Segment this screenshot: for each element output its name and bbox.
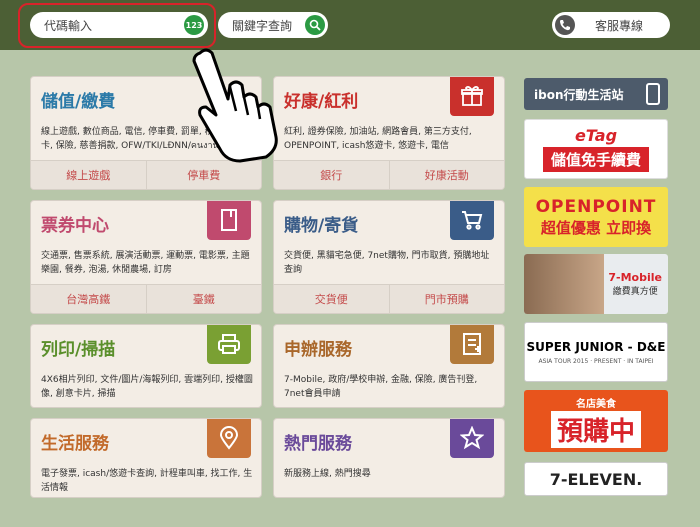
gift-icon (450, 77, 494, 116)
card-title: 儲值/繳費 (41, 92, 116, 112)
card-life[interactable]: 生活服務 電子發票, icash/悠遊卡查詢, 計程車叫車, 找工作, 生活情報 (30, 418, 262, 498)
card-desc: 交通票, 售票系統, 展演活動票, 運動票, 電影票, 主題樂園, 餐券, 泡湯… (41, 251, 250, 275)
card-desc: 7-Mobile, 政府/學校申辦, 金融, 保險, 廣告刊登, 7net會員申… (284, 375, 478, 399)
search-icon[interactable] (305, 15, 325, 35)
link-bank[interactable]: 銀行 (274, 161, 389, 189)
card-print[interactable]: 列印/掃描 4X6相片列印, 文件/圖片/海報列印, 雲端列印, 授權圖像, 創… (30, 324, 262, 408)
card-title: 列印/掃描 (41, 340, 116, 360)
ibon-label: ibon行動生活站 (534, 87, 624, 102)
7mobile-banner[interactable]: 7-Mobile 繳費真方便 (524, 254, 668, 314)
ibon-app-banner[interactable]: ibon行動生活站 (524, 78, 668, 110)
super-junior-banner[interactable]: SUPER JUNIOR - D&E ASIA TOUR 2015 · PRES… (524, 322, 668, 382)
pointer-hand-icon (192, 48, 278, 163)
keyword-search-input[interactable]: 關鍵字查詢 (218, 12, 328, 38)
card-title: 生活服務 (41, 434, 109, 454)
7mobile-logo: 7-Mobile (608, 271, 662, 284)
card-title: 好康/紅利 (284, 92, 359, 112)
etag-slogan: 儲值免手續費 (542, 147, 649, 172)
7mobile-slogan: 繳費真方便 (612, 287, 658, 297)
openpoint-banner[interactable]: OPENPOINT 超值優惠 立即換 (524, 187, 668, 247)
phone-icon (555, 15, 575, 35)
form-icon (450, 325, 494, 364)
ticket-icon (207, 201, 251, 240)
card-title: 熱門服務 (284, 434, 352, 454)
code-input[interactable]: 代碼輸入 123 (30, 12, 208, 38)
sj-subtitle: ASIA TOUR 2015 · PRESENT · IN TAIPEI (538, 357, 654, 365)
seven-eleven-logo: 7-ELEVEN. (549, 469, 643, 489)
seven-eleven-banner[interactable]: 7-ELEVEN. (524, 462, 668, 496)
card-shopping[interactable]: 購物/寄貨 交貨便, 黑貓宅急便, 7net購物, 門市取貨, 預購地址查詢 交… (273, 200, 505, 314)
promo-photo (524, 254, 604, 314)
preorder-label: 預購中 (550, 410, 641, 448)
link-hsr[interactable]: 台灣高鐵 (31, 285, 146, 313)
card-desc: 4X6相片列印, 文件/圖片/海報列印, 雲端列印, 授權圖像, 創意卡片, 掃… (41, 375, 253, 399)
location-pin-icon (207, 419, 251, 458)
card-bonus[interactable]: 好康/紅利 紅利, 證券保險, 加油站, 網路會員, 第三方支付, OPENPO… (273, 76, 505, 190)
service-label: 客服專線 (594, 18, 643, 33)
link-tra[interactable]: 臺鐵 (145, 285, 262, 313)
preorder-tag: 名店美食 (576, 398, 616, 410)
openpoint-logo: OPENPOINT (535, 196, 657, 217)
etag-logo: eTag (574, 126, 618, 145)
code-badge: 123 (184, 15, 204, 35)
card-title: 購物/寄貨 (284, 216, 359, 236)
openpoint-slogan: 超值優惠 立即換 (540, 218, 652, 237)
card-popular[interactable]: 熱門服務 新服務上線, 熱門搜尋 (273, 418, 505, 498)
mobile-phone-icon (646, 83, 660, 105)
card-tickets[interactable]: 票券中心 交通票, 售票系統, 展演活動票, 運動票, 電影票, 主題樂園, 餐… (30, 200, 262, 314)
link-online-games[interactable]: 線上遊戲 (31, 161, 146, 189)
etag-banner[interactable]: eTag 儲值免手續費 (524, 119, 668, 179)
card-desc: 新服務上線, 熱門搜尋 (284, 469, 371, 479)
code-input-placeholder: 代碼輸入 (44, 18, 93, 33)
link-store-preorder[interactable]: 門市預購 (388, 285, 505, 313)
card-title: 票券中心 (41, 216, 109, 236)
card-title: 申辦服務 (284, 340, 352, 360)
card-desc: 紅利, 證券保險, 加油站, 網路會員, 第三方支付, OPENPOINT, i… (284, 127, 472, 151)
top-bar: 代碼輸入 123 關鍵字查詢 客服專線 (0, 0, 700, 50)
link-delivery[interactable]: 交貨便 (274, 285, 389, 313)
link-parking[interactable]: 停車費 (145, 161, 262, 189)
card-desc: 交貨便, 黑貓宅急便, 7net購物, 門市取貨, 預購地址查詢 (284, 251, 490, 275)
preorder-banner[interactable]: 名店美食 預購中 (524, 390, 668, 452)
keyword-placeholder: 關鍵字查詢 (232, 18, 293, 33)
star-icon (450, 419, 494, 458)
card-apply[interactable]: 申辦服務 7-Mobile, 政府/學校申辦, 金融, 保險, 廣告刊登, 7n… (273, 324, 505, 408)
cart-icon (450, 201, 494, 240)
card-desc: 電子發票, icash/悠遊卡查詢, 計程車叫車, 找工作, 生活情報 (41, 469, 253, 493)
sj-title: SUPER JUNIOR - D&E (526, 339, 666, 354)
customer-service-button[interactable]: 客服專線 (552, 12, 670, 38)
printer-icon (207, 325, 251, 364)
link-promotions[interactable]: 好康活動 (388, 161, 505, 189)
